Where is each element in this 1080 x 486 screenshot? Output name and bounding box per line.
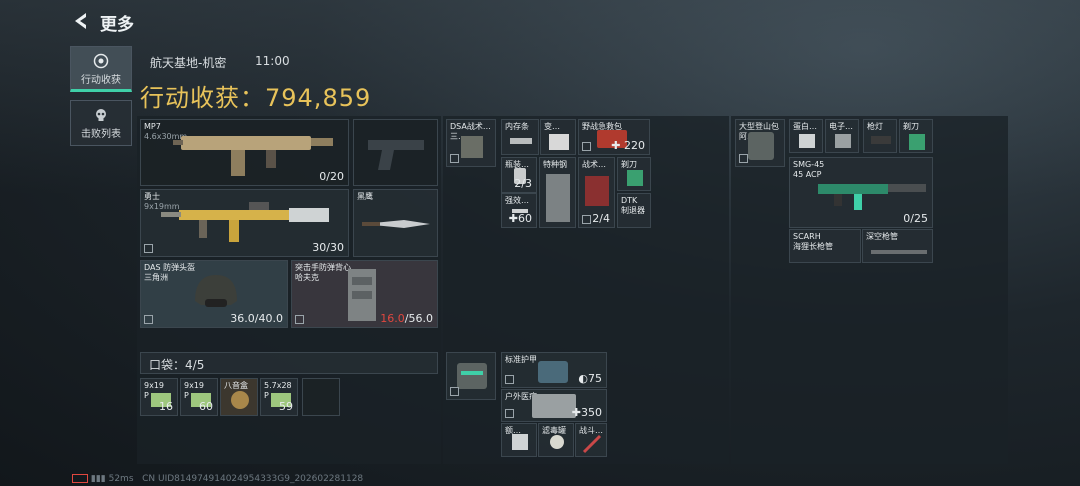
page-title: 更多 bbox=[100, 15, 134, 35]
barrel-icon bbox=[871, 250, 927, 254]
chest-rig-slot[interactable]: DSA战术… 三… bbox=[446, 119, 496, 167]
melee-name: 黑鹰 bbox=[357, 192, 373, 201]
armor-plate-icon bbox=[538, 361, 568, 383]
rig-icon bbox=[461, 136, 483, 158]
tab-label: 行动收获 bbox=[81, 75, 121, 86]
pistol-placeholder-icon bbox=[368, 140, 424, 170]
backpack-item[interactable]: 战斗… bbox=[575, 423, 607, 457]
marked-icon bbox=[582, 142, 591, 151]
backpack-item[interactable]: 户外医疗… ✚350 bbox=[501, 389, 607, 422]
item-icon bbox=[549, 134, 569, 150]
ammo-count: 0/25 bbox=[903, 212, 928, 225]
vest-icon bbox=[348, 269, 376, 321]
marked-icon bbox=[505, 375, 514, 384]
income-total: 行动收获：794,859 bbox=[140, 84, 372, 112]
tab-label: 击败列表 bbox=[81, 129, 121, 140]
uid: CN UID814974914024954333G9_202602281128 bbox=[142, 474, 364, 484]
battery-icon bbox=[72, 474, 88, 483]
tab-action-income[interactable]: 行动收获 bbox=[70, 46, 132, 92]
helmet-name: DAS 防弹头盔 bbox=[144, 263, 196, 272]
helmet-durability: 36.0/40.0 bbox=[230, 312, 283, 325]
map-name: 航天基地-机密 bbox=[150, 56, 227, 70]
filter-canister-icon bbox=[550, 435, 564, 449]
ammo-count: 30/30 bbox=[312, 241, 344, 254]
marked-icon bbox=[144, 244, 153, 253]
music-box-icon bbox=[231, 391, 249, 409]
marked-icon bbox=[505, 409, 514, 418]
weapon-part[interactable]: 深空枪管 bbox=[862, 229, 933, 263]
smg45-slot[interactable]: SMG-45 45 ACP 0/25 bbox=[789, 157, 933, 228]
rig-item[interactable]: 变… bbox=[540, 119, 576, 155]
signal-icon: ▮▮▮ bbox=[90, 474, 106, 484]
skull-icon bbox=[96, 109, 106, 121]
backpack-item[interactable]: 剃刀 bbox=[899, 119, 933, 153]
ammo-count: 0/20 bbox=[319, 170, 344, 183]
rig-item[interactable]: DTK 制退器 bbox=[617, 193, 651, 228]
knife-icon bbox=[362, 220, 430, 228]
backpack-icon bbox=[748, 132, 774, 160]
weapon-part[interactable]: SCARH 海狸长枪管 bbox=[789, 229, 861, 263]
item-icon bbox=[512, 434, 528, 450]
match-time: 11:00 bbox=[255, 54, 290, 68]
weapon-name: MP7 bbox=[144, 122, 161, 131]
rig-item[interactable]: 强效… ✚60 bbox=[501, 193, 537, 228]
armor-durability: 16.0/56.0 bbox=[380, 312, 433, 325]
rig-item[interactable]: 特种钢 bbox=[539, 157, 576, 228]
melee-slot[interactable]: 黑鹰 bbox=[353, 189, 438, 257]
marked-icon bbox=[582, 215, 591, 224]
marked-icon bbox=[295, 315, 304, 324]
helmet-slot[interactable]: DAS 防弹头盔 三角洲 36.0/40.0 bbox=[140, 260, 288, 328]
pocket-item[interactable]: 9x19 P 16 bbox=[140, 378, 178, 416]
flashlight-icon bbox=[871, 136, 891, 144]
marked-icon bbox=[450, 387, 459, 396]
armor-sub: 哈夫克 bbox=[295, 273, 319, 282]
helmet-sub: 三角洲 bbox=[144, 273, 168, 282]
syringe-icon bbox=[582, 434, 602, 454]
pocket-empty-slot[interactable] bbox=[302, 378, 340, 416]
backpack-item[interactable]: 滤毒罐 bbox=[538, 423, 574, 457]
mp7-icon bbox=[173, 136, 333, 176]
backpack-item[interactable]: 枪灯 bbox=[863, 119, 897, 153]
backpack-item[interactable]: 标准护甲 ◐75 bbox=[501, 352, 607, 388]
weapon-name: 勇士 bbox=[144, 192, 160, 201]
ping: 52ms bbox=[108, 474, 134, 484]
backpack-icon bbox=[457, 363, 487, 389]
holster-slot[interactable] bbox=[353, 119, 438, 186]
back-arrow-icon[interactable] bbox=[70, 10, 92, 32]
marked-icon bbox=[144, 315, 153, 324]
pocket-item[interactable]: 5.7x28 P 59 bbox=[260, 378, 298, 416]
pocket-header: 口袋：4/5 bbox=[140, 352, 438, 374]
razor-icon bbox=[627, 170, 643, 186]
tactical-item-icon bbox=[585, 176, 609, 206]
primary-weapon-slot[interactable]: MP7 4.6x30mm 0/20 bbox=[140, 119, 349, 186]
secondary-weapon-slot[interactable]: 勇士 9x19mm 30/30 bbox=[140, 189, 349, 257]
rig-item[interactable]: 战术… 2/4 bbox=[578, 157, 615, 228]
razor-icon bbox=[909, 134, 925, 150]
status-bar: ▮▮▮ 52ms CN UID814974914024954333G9_2026… bbox=[72, 474, 363, 484]
marked-icon bbox=[739, 154, 748, 163]
memory-stick-icon bbox=[510, 138, 532, 144]
backpack-item[interactable]: 额… bbox=[501, 423, 537, 457]
backpack-item[interactable]: 电子… bbox=[825, 119, 859, 153]
rig-item[interactable]: 剃刀 bbox=[617, 157, 651, 191]
large-backpack-slot[interactable]: 大型登山包 阿… bbox=[735, 119, 785, 167]
tab-kill-list[interactable]: 击败列表 bbox=[70, 100, 132, 146]
medkit-icon bbox=[532, 394, 576, 418]
item-icon bbox=[799, 134, 815, 148]
rig-item[interactable]: 野战急救包 ✚ 220 bbox=[578, 119, 650, 155]
armor-slot[interactable]: 突击手防弹背心 哈夫克 16.0/56.0 bbox=[291, 260, 438, 328]
smg45-icon bbox=[818, 184, 926, 210]
pocket-item[interactable]: 9x19 P 60 bbox=[180, 378, 218, 416]
backpack-slot[interactable] bbox=[446, 352, 496, 400]
pocket-item[interactable]: 八音盒 bbox=[220, 378, 258, 416]
rig-item[interactable]: 瓶装… 2/3 bbox=[501, 157, 537, 193]
marked-icon bbox=[450, 154, 459, 163]
target-icon bbox=[93, 53, 109, 69]
rig-item[interactable]: 内存条 bbox=[501, 119, 539, 155]
backpack-item[interactable]: 蛋白… bbox=[789, 119, 823, 153]
steel-plate-icon bbox=[546, 174, 570, 222]
electronics-icon bbox=[835, 134, 851, 148]
